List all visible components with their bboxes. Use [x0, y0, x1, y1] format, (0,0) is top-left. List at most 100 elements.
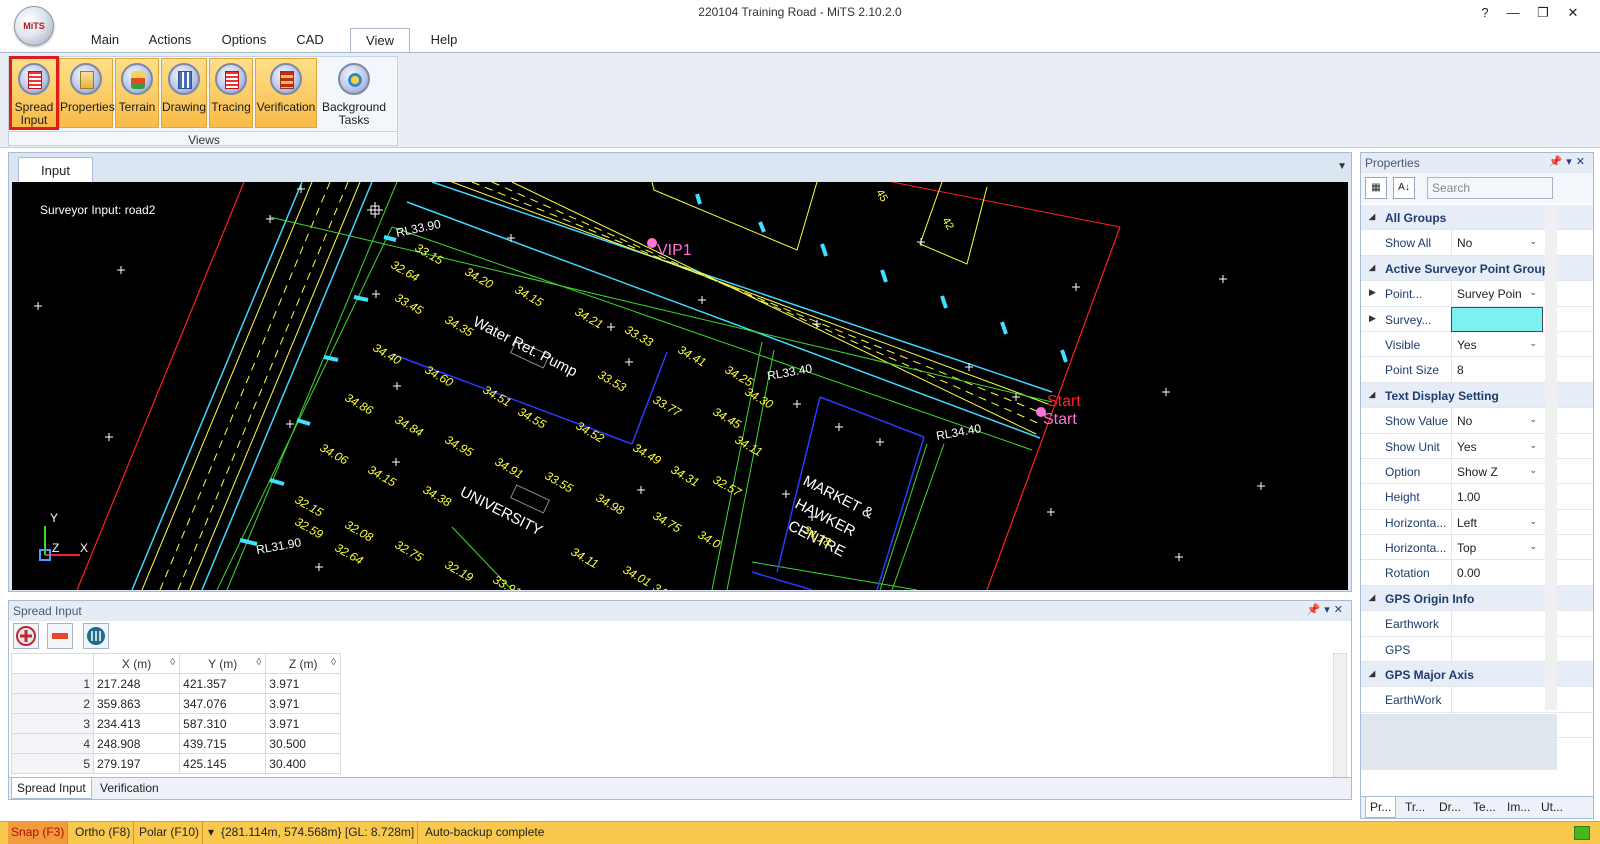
drawing-button[interactable]: Drawing	[161, 58, 207, 128]
panel-controls[interactable]: 📌▾✕	[1307, 603, 1347, 616]
chevron-down-icon[interactable]: ⌄	[1529, 516, 1537, 527]
expand-icon[interactable]: ▶	[1369, 313, 1376, 324]
help-button[interactable]: ?	[1472, 3, 1498, 23]
properties-bottom-tab[interactable]: Te...	[1469, 797, 1500, 818]
background-tasks-button[interactable]: Background Tasks	[319, 58, 389, 128]
ortho-toggle[interactable]: Ortho (F8)	[72, 822, 135, 844]
collapse-icon[interactable]: ◢	[1369, 593, 1375, 602]
property-value[interactable]: No ⌄	[1451, 408, 1543, 434]
properties-bottom-tab[interactable]: Tr...	[1401, 797, 1429, 818]
snap-toggle[interactable]: Snap (F3)	[8, 822, 69, 844]
chevron-down-icon[interactable]: ▼	[1337, 161, 1347, 172]
tab-view[interactable]: View	[350, 28, 410, 53]
collapse-icon[interactable]: ◢	[1369, 669, 1375, 678]
column-header-y[interactable]: Y (m) ◊	[179, 653, 267, 674]
tab-cad[interactable]: CAD	[290, 28, 330, 53]
tab-main[interactable]: Main	[80, 28, 130, 53]
property-group-row[interactable]: ◢ Active Surveyor Point Group	[1361, 255, 1593, 282]
spread-scrollbar[interactable]	[1333, 653, 1347, 778]
property-value[interactable]: 1.00	[1451, 484, 1543, 510]
vip1-marker[interactable]	[647, 238, 657, 248]
polar-toggle[interactable]: Polar (F10)	[136, 822, 204, 844]
property-group-row[interactable]: ◢ Text Display Setting	[1361, 382, 1593, 409]
collapse-icon[interactable]: ◢	[1369, 212, 1375, 221]
property-value[interactable]: No ⌄	[1451, 230, 1543, 256]
properties-button[interactable]: Properties	[59, 58, 115, 128]
property-value[interactable]: Yes ⌄	[1451, 331, 1543, 357]
property-group-row[interactable]: ◢ GPS Major Axis	[1361, 662, 1593, 688]
property-row[interactable]: Option Show Z ⌄	[1361, 458, 1593, 485]
properties-search-input[interactable]: Search	[1427, 177, 1553, 199]
remove-row-button[interactable]	[47, 623, 73, 649]
table-row[interactable]: 1 217.248 421.357 3.971	[11, 673, 341, 694]
tab-spread-input[interactable]: Spread Input	[11, 778, 92, 799]
property-value[interactable]: Top ⌄	[1451, 535, 1543, 561]
property-value[interactable]	[1451, 306, 1543, 332]
spread-input-button[interactable]: Spread Input	[9, 56, 59, 130]
table-row[interactable]: 5 279.197 425.145 30.400	[11, 753, 341, 774]
property-value[interactable]: Left ⌄	[1451, 509, 1543, 535]
property-row[interactable]: Visible Yes ⌄	[1361, 331, 1593, 358]
collapse-icon[interactable]: ◢	[1369, 263, 1375, 272]
settings-button[interactable]	[83, 623, 109, 649]
property-value[interactable]	[1451, 611, 1543, 637]
properties-bottom-tab[interactable]: Im...	[1503, 797, 1534, 818]
property-row[interactable]: EarthWork	[1361, 687, 1593, 713]
cad-drawing-canvas[interactable]: RL33.90 RL33.40 RL34.40 RL31.90 VIP1 Sta…	[12, 182, 1348, 590]
chevron-down-icon[interactable]: ⌄	[1529, 287, 1537, 298]
categorized-icon[interactable]: ▦	[1365, 177, 1387, 199]
tab-input[interactable]: Input	[18, 157, 93, 183]
property-group-row[interactable]: ◢ All Groups	[1361, 205, 1593, 231]
property-value[interactable]: 8	[1451, 357, 1543, 383]
verification-button[interactable]: Verification	[255, 58, 317, 128]
property-row[interactable]: Point Size 8	[1361, 357, 1593, 383]
property-row[interactable]: Height 1.00	[1361, 484, 1593, 510]
collapse-icon[interactable]: ◢	[1369, 390, 1375, 399]
property-value[interactable]: Yes ⌄	[1451, 433, 1543, 459]
property-value[interactable]: Show Z ⌄	[1451, 458, 1543, 484]
property-row[interactable]: ▶ Point... Survey Poin ⌄	[1361, 281, 1593, 307]
panel-controls[interactable]: 📌▾✕	[1549, 155, 1589, 168]
restore-button[interactable]: ❐	[1530, 3, 1556, 23]
chevron-down-icon[interactable]: ⌄	[1529, 465, 1537, 476]
tab-help[interactable]: Help	[422, 28, 466, 53]
chevron-down-icon[interactable]: ⌄	[1529, 414, 1537, 425]
property-row[interactable]: Show Value No ⌄	[1361, 408, 1593, 434]
properties-bottom-tab[interactable]: Ut...	[1537, 797, 1567, 818]
property-value[interactable]	[1451, 687, 1543, 713]
tab-verification[interactable]: Verification	[95, 778, 164, 799]
properties-bottom-tab[interactable]: Dr...	[1435, 797, 1465, 818]
table-row[interactable]: 4 248.908 439.715 30.500	[11, 733, 341, 754]
column-header-z[interactable]: Z (m) ◊	[265, 653, 341, 674]
property-value[interactable]	[1451, 636, 1543, 662]
property-row[interactable]: Horizonta... Left ⌄	[1361, 509, 1593, 536]
table-row[interactable]: 3 234.413 587.310 3.971	[11, 713, 341, 734]
chevron-down-icon[interactable]: ⌄	[1529, 338, 1537, 349]
expand-icon[interactable]: ▶	[1369, 287, 1376, 298]
minimize-button[interactable]: —	[1500, 3, 1526, 23]
property-row[interactable]: Horizonta... Top ⌄	[1361, 535, 1593, 561]
polar-dropdown-icon[interactable]: ▾	[205, 822, 214, 844]
tracing-button[interactable]: Tracing	[209, 58, 253, 128]
properties-bottom-tab[interactable]: Pr...	[1365, 797, 1397, 818]
chevron-down-icon[interactable]: ⌄	[1529, 541, 1537, 552]
property-row[interactable]: Show Unit Yes ⌄	[1361, 433, 1593, 459]
property-row[interactable]: GPS	[1361, 636, 1593, 663]
close-button[interactable]: ✕	[1560, 3, 1586, 23]
tab-options[interactable]: Options	[216, 28, 272, 53]
column-header-x[interactable]: X (m) ◊	[92, 653, 181, 674]
chevron-down-icon[interactable]: ⌄	[1529, 236, 1537, 247]
property-value[interactable]: 0.00	[1451, 560, 1543, 586]
alphabetical-sort-icon[interactable]: A↓	[1393, 177, 1415, 199]
tab-actions[interactable]: Actions	[142, 28, 198, 53]
table-row[interactable]: 2 359.863 347.076 3.971	[11, 693, 341, 714]
property-row[interactable]: Earthwork	[1361, 611, 1593, 637]
add-row-button[interactable]	[13, 623, 39, 649]
property-value[interactable]: Survey Poin ⌄	[1451, 281, 1543, 307]
chevron-down-icon[interactable]: ⌄	[1529, 440, 1537, 451]
properties-scrollbar[interactable]	[1545, 205, 1557, 710]
property-group-row[interactable]: ◢ GPS Origin Info	[1361, 585, 1593, 612]
property-row[interactable]: Show All No ⌄	[1361, 230, 1593, 256]
property-row[interactable]: Rotation 0.00	[1361, 560, 1593, 586]
terrain-button[interactable]: Terrain	[115, 58, 159, 128]
